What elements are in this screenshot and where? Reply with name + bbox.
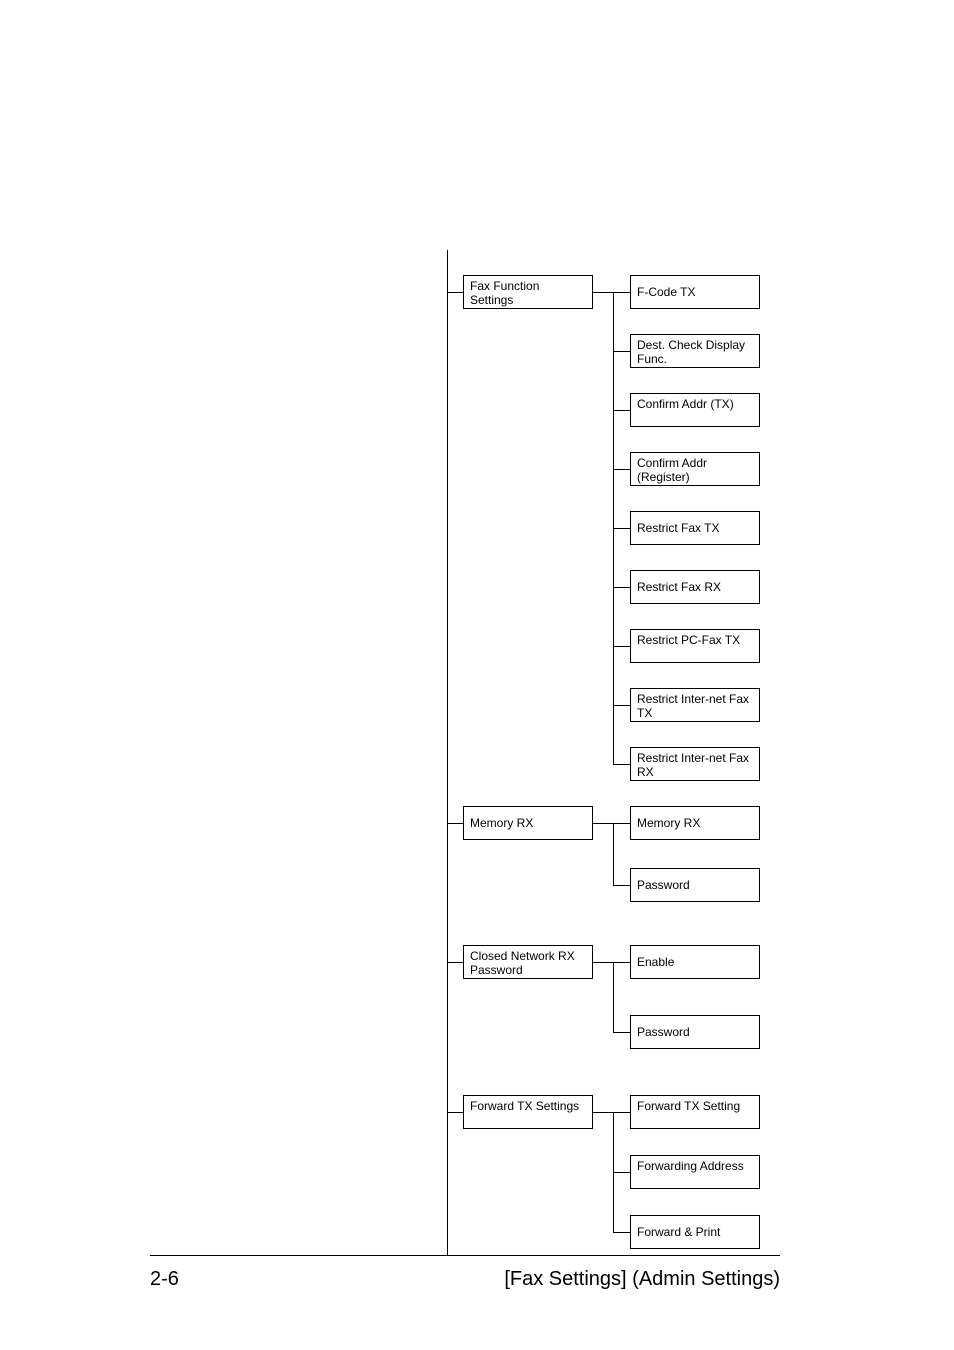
connector xyxy=(613,587,630,588)
node-label: Restrict Inter-net Fax TX xyxy=(637,692,753,720)
spine-memory-rx xyxy=(613,823,614,885)
node-password-1: Password xyxy=(630,868,760,902)
connector xyxy=(593,292,630,293)
connector xyxy=(613,1232,630,1233)
connector xyxy=(447,1112,463,1113)
node-label: Memory RX xyxy=(470,816,533,830)
node-label: Fax Function Settings xyxy=(470,279,586,307)
node-label: Password xyxy=(637,878,690,892)
node-label: Dest. Check Display Func. xyxy=(637,338,753,366)
node-forward-tx-setting: Forward TX Setting xyxy=(630,1095,760,1129)
node-label: Forwarding Address xyxy=(637,1159,744,1173)
node-enable: Enable xyxy=(630,945,760,979)
node-label: Closed Network RX Password xyxy=(470,949,586,977)
node-label: Forward TX Setting xyxy=(637,1099,740,1113)
node-forwarding-address: Forwarding Address xyxy=(630,1155,760,1189)
node-label: Restrict Fax TX xyxy=(637,521,719,535)
node-restrict-internet-fax-rx: Restrict Inter-net Fax RX xyxy=(630,747,760,781)
node-label: Restrict PC-Fax TX xyxy=(637,633,740,647)
connector xyxy=(613,528,630,529)
page-number: 2-6 xyxy=(150,1268,179,1291)
connector xyxy=(613,1172,630,1173)
connector xyxy=(613,705,630,706)
footer-title: [Fax Settings] (Admin Settings) xyxy=(504,1268,780,1291)
spine-closed-network xyxy=(613,962,614,1032)
node-forward-tx-settings: Forward TX Settings xyxy=(463,1095,593,1129)
connector xyxy=(613,885,630,886)
node-label: Restrict Inter-net Fax RX xyxy=(637,751,753,779)
connector xyxy=(593,962,630,963)
connector xyxy=(613,410,630,411)
trunk-line xyxy=(447,250,448,1255)
node-memory-rx: Memory RX xyxy=(463,806,593,840)
node-fcode-tx: F-Code TX xyxy=(630,275,760,309)
node-label: Restrict Fax RX xyxy=(637,580,721,594)
node-confirm-addr-tx: Confirm Addr (TX) xyxy=(630,393,760,427)
connector xyxy=(613,1032,630,1033)
node-fax-function-settings: Fax Function Settings xyxy=(463,275,593,309)
node-restrict-fax-tx: Restrict Fax TX xyxy=(630,511,760,545)
node-label: F-Code TX xyxy=(637,285,695,299)
connector xyxy=(447,292,463,293)
connector xyxy=(447,962,463,963)
node-restrict-pc-fax-tx: Restrict PC-Fax TX xyxy=(630,629,760,663)
node-forward-and-print: Forward & Print xyxy=(630,1215,760,1249)
connector xyxy=(613,351,630,352)
node-label: Forward & Print xyxy=(637,1225,720,1239)
node-memory-rx-2: Memory RX xyxy=(630,806,760,840)
node-closed-network-rx-password: Closed Network RX Password xyxy=(463,945,593,979)
node-label: Forward TX Settings xyxy=(470,1099,579,1113)
node-dest-check: Dest. Check Display Func. xyxy=(630,334,760,368)
node-label: Confirm Addr (TX) xyxy=(637,397,734,411)
node-confirm-addr-register: Confirm Addr (Register) xyxy=(630,452,760,486)
node-label: Enable xyxy=(637,955,674,969)
connector xyxy=(613,646,630,647)
connector xyxy=(447,823,463,824)
connector xyxy=(593,1112,630,1113)
node-label: Password xyxy=(637,1025,690,1039)
node-restrict-internet-fax-tx: Restrict Inter-net Fax TX xyxy=(630,688,760,722)
connector xyxy=(613,469,630,470)
node-label: Confirm Addr (Register) xyxy=(637,456,753,484)
connector xyxy=(613,764,630,765)
footer-divider xyxy=(150,1255,780,1256)
node-label: Memory RX xyxy=(637,816,700,830)
connector xyxy=(593,823,630,824)
node-restrict-fax-rx: Restrict Fax RX xyxy=(630,570,760,604)
node-password-2: Password xyxy=(630,1015,760,1049)
